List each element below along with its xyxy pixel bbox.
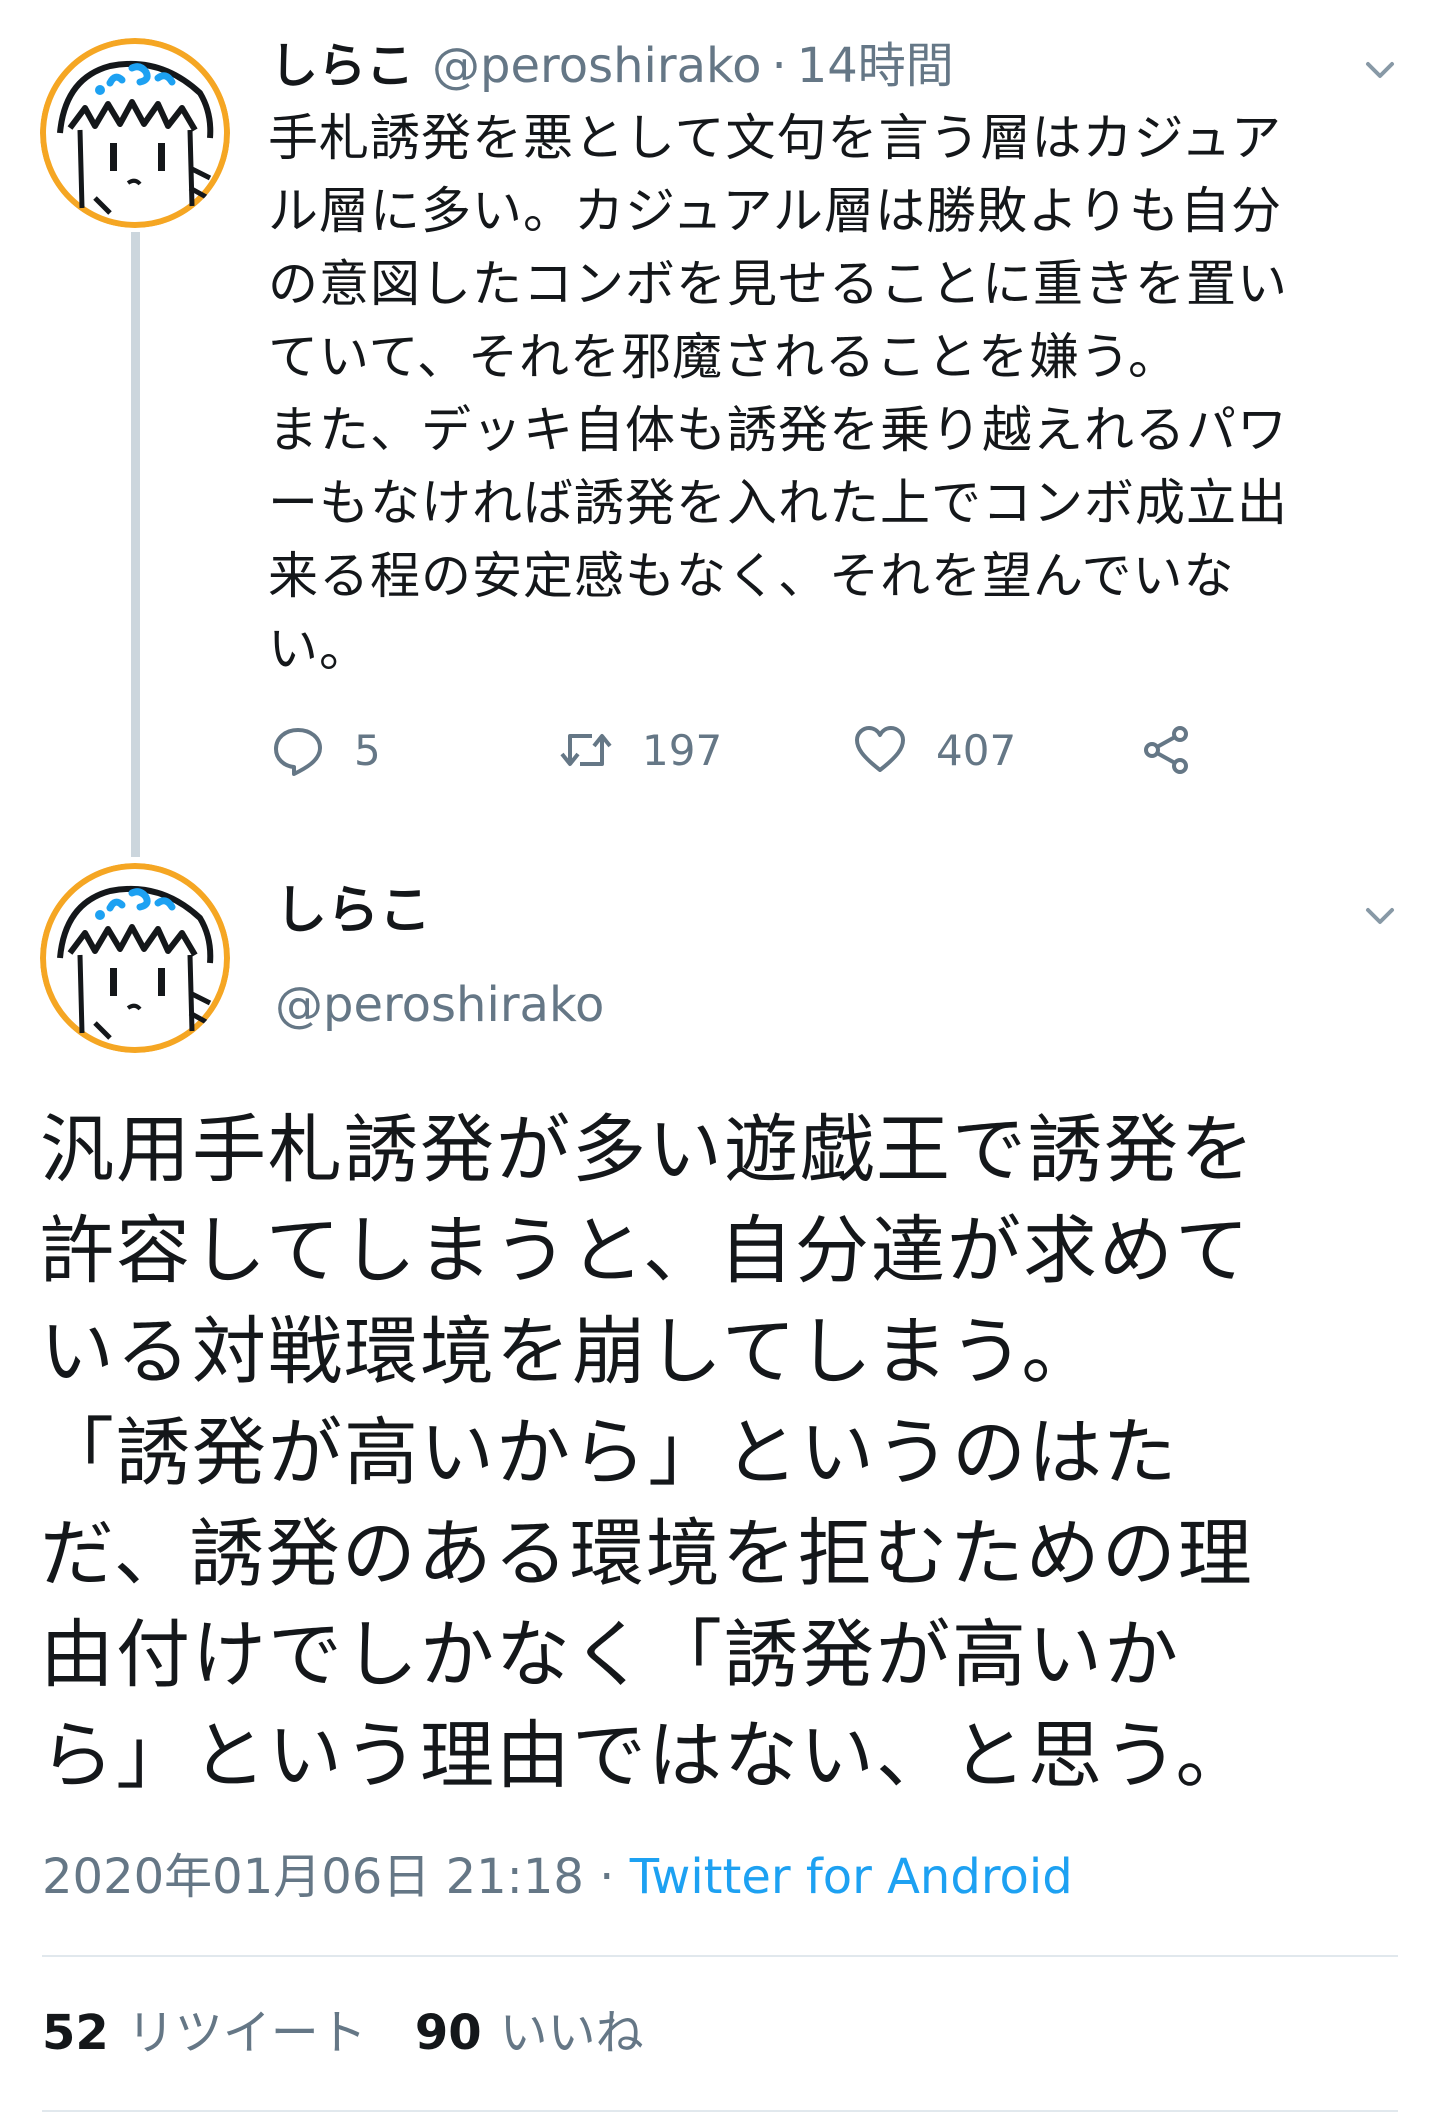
text-line: の意図したコンボを見せることに重きを置い bbox=[268, 255, 1288, 313]
user-handle[interactable]: @peroshirako bbox=[275, 970, 604, 1040]
likes-count: 90 bbox=[414, 2005, 482, 2061]
thread-connector-line bbox=[131, 232, 140, 857]
thread-tweet-header: しらこ @peroshirako · 14時間 bbox=[270, 30, 954, 102]
reply-icon bbox=[274, 728, 322, 776]
retweet-icon bbox=[560, 734, 612, 766]
text-line: 由付けでしかなく「誘発が高いか bbox=[40, 1612, 1180, 1698]
avatar-drawing bbox=[40, 38, 230, 228]
tweet-action-bar: 5 197 407 bbox=[270, 715, 1220, 785]
retweet-button[interactable]: 197 bbox=[558, 715, 722, 785]
text-line: 手札誘発を悪として文句を言う層はカジュア bbox=[268, 109, 1282, 167]
chevron-down-icon[interactable] bbox=[1356, 46, 1404, 94]
chevron-down-icon[interactable] bbox=[1356, 892, 1404, 940]
text-line: ていて、それを邪魔されることを嫌う。 bbox=[268, 328, 1179, 386]
text-line: ーもなければ誘発を入れた上でコンボ成立出 bbox=[268, 474, 1288, 532]
tweet-timestamp[interactable]: 2020年01月06日 21:18 bbox=[42, 1849, 584, 1905]
tweet-stats: 52 リツイート 90 いいね bbox=[42, 1998, 644, 2068]
text-line: 汎用手札誘発が多い遊戯王で誘発を bbox=[40, 1107, 1256, 1193]
separator-dot: · bbox=[599, 1849, 615, 1905]
display-name[interactable]: しらこ bbox=[275, 876, 431, 946]
text-line: 許容してしまうと、自分達が求めて bbox=[40, 1208, 1251, 1294]
tweet-time[interactable]: 14時間 bbox=[797, 30, 954, 102]
separator-dot: · bbox=[771, 38, 787, 94]
reply-button[interactable]: 5 bbox=[270, 715, 381, 785]
text-line: いる対戦環境を崩してしまう。 bbox=[40, 1309, 1098, 1395]
like-count: 407 bbox=[936, 725, 1017, 775]
display-name[interactable]: しらこ bbox=[270, 30, 414, 102]
retweets-count: 52 bbox=[42, 2005, 109, 2061]
user-handle[interactable]: @peroshirako bbox=[432, 30, 761, 102]
likes-stat[interactable]: 90 いいね bbox=[415, 1998, 644, 2068]
text-line: 来る程の安定感もなく、それを望んでいな bbox=[268, 547, 1235, 605]
likes-label: いいね bbox=[499, 2005, 644, 2061]
divider bbox=[42, 2110, 1398, 2112]
share-icon bbox=[1144, 726, 1188, 774]
retweet-count: 197 bbox=[642, 725, 723, 775]
divider bbox=[42, 1955, 1398, 1957]
reply-count: 5 bbox=[354, 725, 381, 775]
thread-tweet-text: 手札誘発を悪として文句を言う層はカジュア ル層に多い。カジュアル層は勝敗よりも自… bbox=[268, 102, 1398, 686]
like-button[interactable]: 407 bbox=[852, 715, 1016, 785]
heart-icon bbox=[855, 726, 905, 772]
avatar[interactable] bbox=[40, 38, 230, 228]
avatar[interactable] bbox=[40, 863, 230, 1053]
text-line: い。 bbox=[268, 620, 370, 678]
avatar-drawing bbox=[40, 863, 230, 1053]
text-line: また、デッキ自体も誘発を乗り越えれるパワ bbox=[268, 401, 1288, 459]
text-line: ル層に多い。カジュアル層は勝敗よりも自分 bbox=[268, 182, 1282, 240]
text-line: だ、誘発のある環境を拒むための理 bbox=[40, 1511, 1254, 1597]
share-button[interactable] bbox=[1138, 715, 1194, 785]
text-line: ら」という理由ではない、と思う。 bbox=[40, 1713, 1252, 1799]
tweet-client-link[interactable]: Twitter for Android bbox=[630, 1849, 1073, 1905]
retweets-label: リツイート bbox=[126, 2005, 367, 2061]
main-tweet-text: 汎用手札誘発が多い遊戯王で誘発を 許容してしまうと、自分達が求めて いる対戦環境… bbox=[40, 1100, 1400, 1807]
text-line: 「誘発が高いから」というのはた bbox=[40, 1410, 1179, 1496]
tweet-meta: 2020年01月06日 21:18 · Twitter for Android bbox=[42, 1842, 1073, 1912]
retweets-stat[interactable]: 52 リツイート bbox=[42, 1998, 367, 2068]
